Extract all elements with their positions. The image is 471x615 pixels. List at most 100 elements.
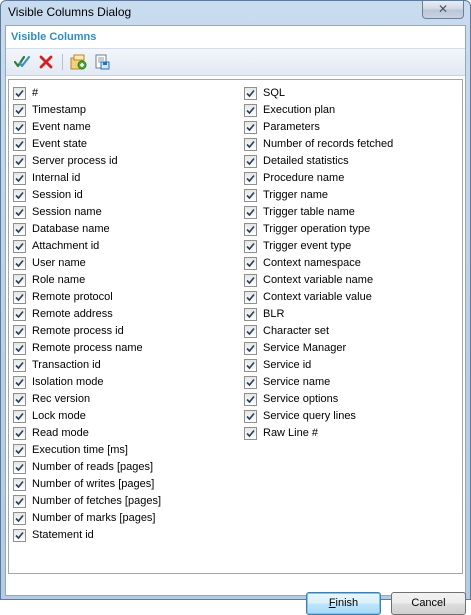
checkbox[interactable] [244, 172, 257, 185]
uncheck-all-icon [39, 55, 53, 69]
checkbox[interactable] [13, 206, 26, 219]
checkmark-icon [246, 310, 255, 319]
check-all-button[interactable] [12, 52, 32, 72]
checkbox[interactable] [244, 189, 257, 202]
checkbox[interactable] [13, 444, 26, 457]
checkbox[interactable] [244, 87, 257, 100]
checkmark-icon [15, 293, 24, 302]
checkbox[interactable] [13, 359, 26, 372]
title-bar[interactable]: Visible Columns Dialog ✕ [1, 1, 470, 23]
checkbox[interactable] [244, 257, 257, 270]
checkbox[interactable] [13, 223, 26, 236]
column-option-label: Raw Line # [263, 427, 319, 439]
cancel-button[interactable]: Cancel [391, 592, 466, 615]
checkbox[interactable] [244, 223, 257, 236]
checkmark-icon [15, 327, 24, 336]
column-option-label: Trigger operation type [263, 223, 371, 235]
column-option-label: Internal id [32, 172, 81, 184]
checkmark-icon [15, 208, 24, 217]
checkbox[interactable] [13, 308, 26, 321]
checkbox[interactable] [244, 206, 257, 219]
checkbox[interactable] [244, 359, 257, 372]
checkmark-icon [246, 89, 255, 98]
column-option-label: Character set [263, 325, 330, 337]
checkbox[interactable] [244, 342, 257, 355]
column-option-label: Trigger table name [263, 206, 355, 218]
checkbox[interactable] [13, 342, 26, 355]
column-option-label: Number of reads [pages] [32, 461, 154, 473]
checkbox[interactable] [244, 393, 257, 406]
checkbox[interactable] [13, 257, 26, 270]
checkbox[interactable] [244, 376, 257, 389]
column-option-label: Session id [32, 189, 83, 201]
checkbox[interactable] [13, 121, 26, 134]
checkbox[interactable] [244, 104, 257, 117]
checkbox[interactable] [13, 104, 26, 117]
checkbox[interactable] [244, 240, 257, 253]
column-option-label: Rec version [32, 393, 91, 405]
checkmark-icon [15, 531, 24, 540]
column-option-label: Number of records fetched [263, 138, 394, 150]
checkbox[interactable] [13, 274, 26, 287]
checkbox[interactable] [13, 291, 26, 304]
checkbox[interactable] [244, 121, 257, 134]
checkbox[interactable] [244, 274, 257, 287]
checkbox[interactable] [13, 529, 26, 542]
dialog-heading: Visible Columns [11, 31, 97, 43]
checkmark-icon [246, 174, 255, 183]
checkbox[interactable] [13, 393, 26, 406]
uncheck-all-button[interactable] [36, 52, 56, 72]
checkbox[interactable] [13, 155, 26, 168]
column-option-label: Trigger event type [263, 240, 352, 252]
column-option-label: Service name [263, 376, 331, 388]
checkbox[interactable] [244, 325, 257, 338]
checkmark-icon [15, 497, 24, 506]
checkmark-icon [15, 514, 24, 523]
checkbox[interactable] [13, 461, 26, 474]
checkbox[interactable] [13, 427, 26, 440]
finish-label: inish [335, 597, 359, 609]
checkbox[interactable] [13, 240, 26, 253]
checkbox[interactable] [244, 291, 257, 304]
column-option-label: Attachment id [32, 240, 100, 252]
checkbox[interactable] [13, 376, 26, 389]
column-option-label: Context variable name [263, 274, 374, 286]
checkbox[interactable] [13, 87, 26, 100]
column-option-label: SQL [263, 87, 286, 99]
close-button[interactable]: ✕ [422, 1, 464, 19]
column-option-label: Server process id [32, 155, 118, 167]
column-option-label: Service id [263, 359, 312, 371]
column-option-label: Session name [32, 206, 102, 218]
column-option-label: Isolation mode [32, 376, 104, 388]
checkbox[interactable] [244, 138, 257, 151]
checkmark-icon [15, 361, 24, 370]
checkbox[interactable] [13, 478, 26, 491]
checkmark-icon [246, 276, 255, 285]
checkmark-icon [246, 259, 255, 268]
checkmark-icon [246, 242, 255, 251]
checkbox[interactable] [13, 189, 26, 202]
columns-checklist: # Timestamp Event name Event state Server pr… [8, 79, 463, 574]
column-option-label: Parameters [263, 121, 320, 133]
checkbox[interactable] [13, 495, 26, 508]
finish-button[interactable]: Finish [306, 592, 381, 615]
checkmark-icon [246, 157, 255, 166]
checkbox[interactable] [13, 325, 26, 338]
checkbox[interactable] [244, 427, 257, 440]
checkmark-icon [246, 123, 255, 132]
checkbox[interactable] [244, 308, 257, 321]
checkbox[interactable] [13, 410, 26, 423]
column-option-label: Detailed statistics [263, 155, 349, 167]
column-option-label: Number of writes [pages] [32, 478, 155, 490]
checkbox[interactable] [244, 155, 257, 168]
checkbox[interactable] [13, 172, 26, 185]
import-button[interactable] [68, 52, 88, 72]
checkbox[interactable] [13, 512, 26, 525]
export-button[interactable] [92, 52, 112, 72]
finish-mnemonic: F [328, 597, 336, 609]
checkbox[interactable] [13, 138, 26, 151]
checkbox[interactable] [244, 410, 257, 423]
checkmark-icon [15, 310, 24, 319]
dialog-header: Visible Columns [6, 26, 465, 49]
checkmark-icon [15, 89, 24, 98]
